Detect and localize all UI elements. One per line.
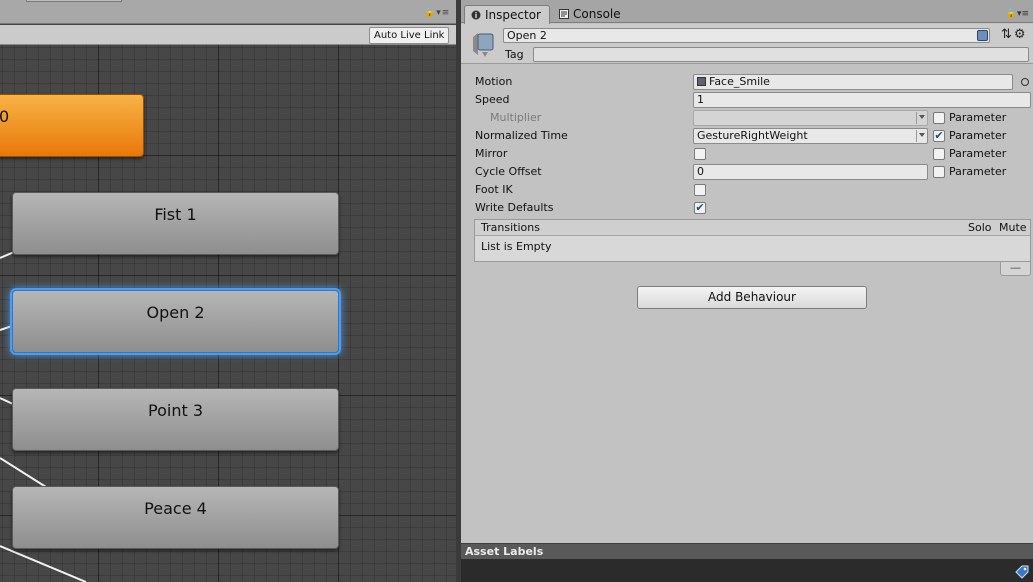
tag-field[interactable] <box>533 47 1029 62</box>
animator-panel: 🔒▾≡ Auto Live Link 0 Fist 1 Open 2 Point… <box>0 0 458 582</box>
asset-labels-header[interactable]: Asset Labels <box>461 543 1033 559</box>
solo-label: Solo <box>968 221 992 234</box>
multiplier-row: Multiplier Parameter <box>461 109 1033 127</box>
dropdown-separator <box>916 112 917 124</box>
tab-label: Console <box>573 7 621 21</box>
mirror-label: Mirror <box>475 147 508 160</box>
foot-ik-checkbox[interactable] <box>694 184 706 196</box>
state-node-point[interactable]: Point 3 <box>12 388 339 451</box>
multiplier-label: Multiplier <box>490 111 542 124</box>
transitions-header: Transitions Solo Mute <box>475 220 1030 236</box>
animator-state-icon <box>473 33 494 57</box>
tab-label: Inspector <box>485 8 541 22</box>
state-node-peace[interactable]: Peace 4 <box>12 486 339 549</box>
motion-value: Face_Smile <box>709 75 770 88</box>
tab-console[interactable]: Console <box>553 5 629 24</box>
write-defaults-label: Write Defaults <box>475 201 554 214</box>
settings-icon[interactable]: ⇅⚙ <box>1001 27 1028 42</box>
console-icon <box>559 9 569 19</box>
mute-label: Mute <box>999 221 1027 234</box>
lock-icon[interactable]: 🔒▾≡ <box>1006 9 1029 19</box>
transition-line <box>0 325 13 331</box>
normalized-time-row: Normalized Time GestureRightWeight ✔ Par… <box>461 127 1033 145</box>
cycle-offset-parameter-checkbox[interactable] <box>933 166 945 178</box>
multiplier-parameter-label: Parameter <box>949 111 1007 124</box>
cycle-offset-field[interactable]: 0 <box>693 164 928 180</box>
normalized-time-parameter-label: Parameter <box>949 129 1007 142</box>
normalized-time-value: GestureRightWeight <box>697 129 808 142</box>
transition-line <box>0 457 47 488</box>
transitions-empty-text: List is Empty <box>481 240 552 253</box>
inspector-tab-bar: Inspector Console 🔒▾≡ <box>461 0 1033 24</box>
state-node-fist[interactable]: Fist 1 <box>12 192 339 255</box>
cycle-offset-parameter-label: Parameter <box>949 165 1007 178</box>
normalized-time-dropdown[interactable]: GestureRightWeight <box>693 128 928 144</box>
info-icon <box>471 10 481 20</box>
chevron-down-icon <box>919 115 925 119</box>
write-defaults-row: Write Defaults ✔ <box>461 199 1033 217</box>
transitions-title: Transitions <box>481 221 540 234</box>
normalized-time-label: Normalized Time <box>475 129 568 142</box>
tag-icon[interactable] <box>1015 565 1029 579</box>
tab-inspector[interactable]: Inspector <box>464 5 550 24</box>
speed-label: Speed <box>475 93 510 106</box>
state-name-value: Open 2 <box>507 29 547 42</box>
state-node-label: Point 3 <box>148 401 203 420</box>
normalized-time-parameter-checkbox[interactable]: ✔ <box>933 130 945 142</box>
motion-label: Motion <box>475 75 513 88</box>
add-behaviour-button[interactable]: Add Behaviour <box>637 286 867 309</box>
unity-editor-window: 🔒▾≡ Auto Live Link 0 Fist 1 Open 2 Point… <box>0 0 1033 582</box>
state-name-field[interactable]: Open 2 <box>503 28 990 43</box>
speed-row: Speed 1 <box>461 91 1033 109</box>
help-icon[interactable] <box>977 30 988 41</box>
inspector-panel: Inspector Console 🔒▾≡ Open 2 ⇅⚙ Tag Moti… <box>461 0 1033 582</box>
state-node-open[interactable]: Open 2 <box>12 290 339 353</box>
foot-ik-label: Foot IK <box>475 183 513 196</box>
chevron-down-icon <box>919 133 925 137</box>
animation-clip-icon <box>697 77 706 86</box>
transitions-list: Transitions Solo Mute List is Empty <box>474 219 1031 262</box>
cycle-offset-label: Cycle Offset <box>475 165 542 178</box>
mirror-parameter-label: Parameter <box>949 147 1007 160</box>
motion-row: Motion Face_Smile <box>461 73 1033 91</box>
cycle-offset-row: Cycle Offset 0 Parameter <box>461 163 1033 181</box>
multiplier-parameter-checkbox[interactable] <box>933 112 945 124</box>
tag-label: Tag <box>505 48 524 61</box>
mirror-checkbox[interactable] <box>694 148 706 160</box>
object-picker-icon[interactable] <box>1021 78 1029 86</box>
state-node-label: 0 <box>0 107 10 126</box>
foot-ik-row: Foot IK <box>461 181 1033 199</box>
asset-labels-area <box>461 559 1033 582</box>
state-node-label: Fist 1 <box>154 205 197 224</box>
write-defaults-checkbox[interactable]: ✔ <box>694 202 706 214</box>
mirror-row: Mirror Parameter <box>461 145 1033 163</box>
state-node-label: Peace 4 <box>144 499 207 518</box>
mirror-parameter-checkbox[interactable] <box>933 148 945 160</box>
inspector-header: Open 2 ⇅⚙ Tag <box>461 24 1033 64</box>
state-node-label: Open 2 <box>146 303 205 322</box>
multiplier-dropdown <box>693 110 928 126</box>
dropdown-separator <box>916 130 917 142</box>
remove-transition-button[interactable]: — <box>1000 262 1031 276</box>
state-node-default[interactable]: 0 <box>0 94 144 157</box>
transition-line <box>0 545 87 582</box>
speed-field[interactable]: 1 <box>693 92 1031 108</box>
motion-field[interactable]: Face_Smile <box>693 74 1013 90</box>
